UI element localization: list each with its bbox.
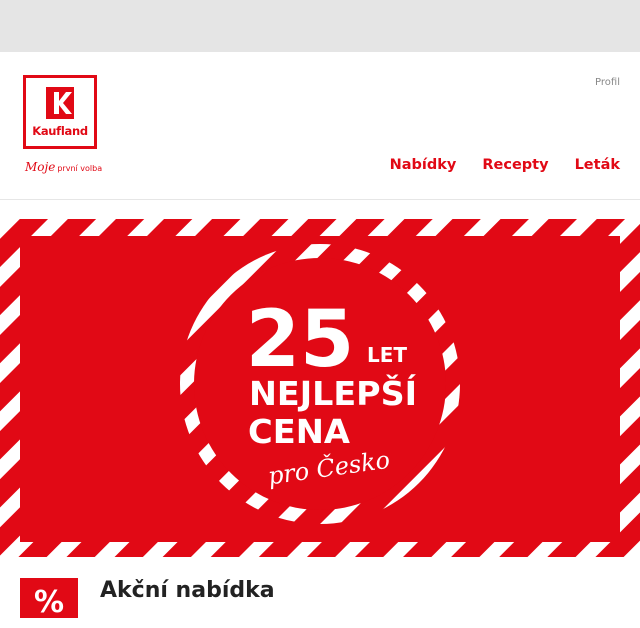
slogan-script: Moje <box>25 160 56 174</box>
site-header: Kaufland Moje první volba Profil Nabídky … <box>0 52 640 200</box>
logo-wordmark: Kaufland <box>32 124 88 138</box>
kaufland-logo[interactable]: Kaufland <box>23 75 97 149</box>
logo-inner: Kaufland <box>26 78 94 146</box>
nav-item-recepty[interactable]: Recepty <box>482 157 548 173</box>
kaufland-k-icon <box>46 87 74 119</box>
section-title: Akční nabídka <box>100 578 275 603</box>
badge-let: LET <box>367 343 407 367</box>
browser-top-bar <box>0 0 640 52</box>
slogan: Moje první volba <box>25 160 102 174</box>
nav-item-nabidky[interactable]: Nabídky <box>390 157 457 173</box>
percent-icon: % <box>20 578 78 620</box>
slogan-rest: první volba <box>57 164 103 173</box>
badge-number: 25 <box>246 295 355 385</box>
promo-banner[interactable]: 25 LET NEJLEPŠÍ CENA pro Česko <box>0 219 640 557</box>
badge-line1: NEJLEPŠÍ <box>249 373 417 413</box>
badge-line2: CENA <box>248 412 350 451</box>
nav-item-letak[interactable]: Leták <box>575 157 620 173</box>
main-nav: Nabídky Recepty Leták <box>390 157 620 173</box>
profile-link[interactable]: Profil <box>595 77 620 88</box>
